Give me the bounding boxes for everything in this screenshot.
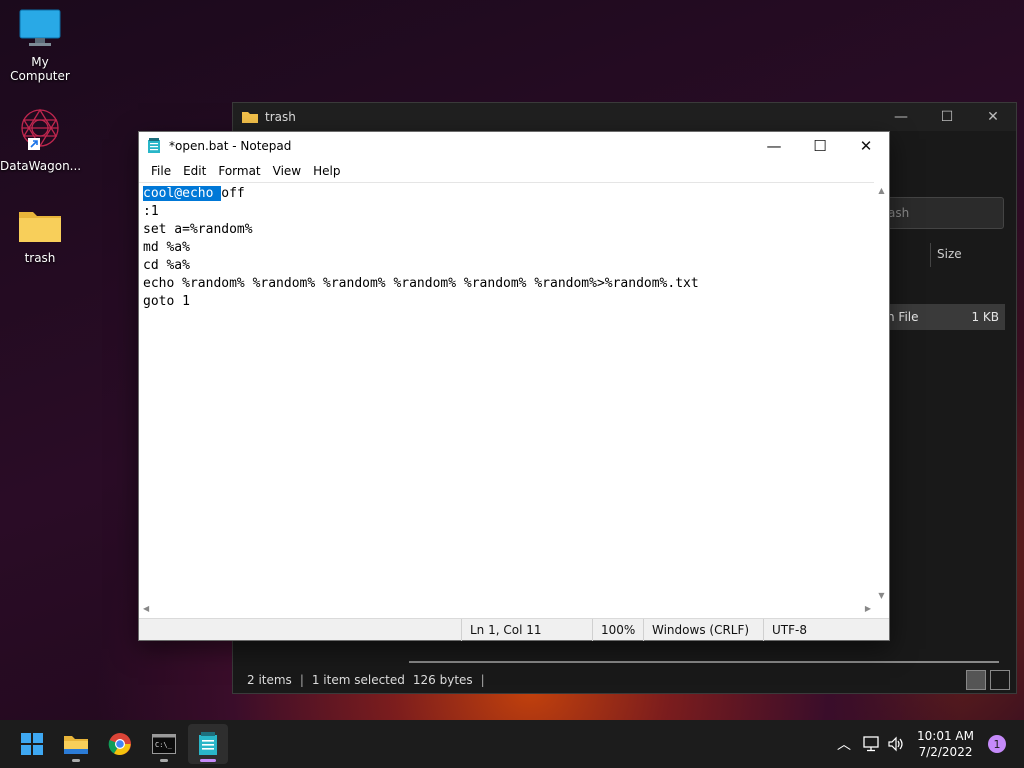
taskbar-chrome[interactable]	[100, 724, 140, 764]
details-view-button[interactable]	[966, 670, 986, 690]
search-input[interactable]: ash	[881, 197, 1004, 229]
computer-icon	[19, 9, 61, 46]
encoding: UTF-8	[763, 618, 873, 641]
text-line: echo %random% %random% %random% %random%…	[143, 276, 699, 291]
item-count: 2 items	[247, 673, 292, 687]
notepad-titlebar[interactable]: *open.bat - Notepad — ☐ ✕	[139, 132, 889, 160]
maximize-button[interactable]: ☐	[924, 109, 970, 125]
clock[interactable]: 10:01 AM 7/2/2022	[917, 728, 974, 760]
large-icons-view-button[interactable]	[990, 670, 1010, 690]
horizontal-scrollbar[interactable]: ◀ ▶	[139, 602, 875, 617]
clock-date: 7/2/2022	[918, 745, 973, 759]
close-button[interactable]: ✕	[843, 132, 889, 160]
explorer-titlebar[interactable]: trash — ☐ ✕	[233, 103, 1016, 131]
menu-bar: File Edit Format View Help	[139, 160, 889, 182]
selected-count: 1 item selected	[311, 673, 405, 687]
text-line: cd %a%	[143, 258, 190, 273]
minimize-button[interactable]: —	[878, 109, 924, 125]
desktop-icon-label: My Computer	[10, 55, 70, 83]
show-hidden-icons-chevron-up-icon[interactable]: ︿	[837, 734, 851, 754]
scroll-up-arrow-icon[interactable]: ▲	[874, 186, 889, 195]
terminal-icon: C:\_	[152, 734, 176, 754]
vertical-scrollbar[interactable]: ▲ ▼	[874, 182, 889, 602]
text-line: :1	[143, 204, 159, 219]
folder-icon	[64, 736, 88, 754]
windows-logo-icon	[21, 733, 43, 755]
separator: |	[480, 673, 485, 687]
selected-size: 126 bytes	[412, 673, 473, 687]
cursor-position: Ln 1, Col 11	[461, 618, 592, 641]
menu-format[interactable]: Format	[212, 164, 266, 178]
scroll-left-arrow-icon[interactable]: ◀	[143, 604, 149, 613]
chrome-icon	[108, 733, 131, 755]
text-editor[interactable]: cool@echo off :1 set a=%random% md %a% c…	[139, 182, 875, 602]
taskbar: C:\_ ︿ 10:01 AM 7/2/2022 1	[0, 720, 1024, 768]
running-indicator	[72, 759, 80, 762]
folder-icon	[242, 112, 258, 123]
desktop-icon-trash[interactable]: trash	[0, 206, 80, 265]
line-ending: Windows (CRLF)	[643, 618, 763, 641]
notification-badge[interactable]: 1	[988, 735, 1006, 753]
running-indicator	[160, 759, 168, 762]
file-type: h File	[887, 310, 919, 324]
menu-help[interactable]: Help	[307, 164, 346, 178]
active-indicator	[200, 759, 216, 762]
text-line: md %a%	[143, 240, 190, 255]
taskbar-notepad[interactable]	[188, 724, 228, 764]
menu-view[interactable]: View	[267, 164, 307, 178]
clock-time: 10:01 AM	[917, 729, 974, 743]
horizontal-scrollbar[interactable]	[409, 661, 999, 663]
notepad-title: *open.bat - Notepad	[169, 139, 292, 153]
scroll-right-arrow-icon[interactable]: ▶	[865, 604, 871, 613]
taskbar-command-prompt[interactable]: C:\_	[144, 724, 184, 764]
maximize-button[interactable]: ☐	[797, 132, 843, 160]
close-button[interactable]: ✕	[970, 109, 1016, 125]
text-line: goto 1	[143, 294, 190, 309]
selected-text: cool@echo	[143, 186, 222, 201]
desktop-icon-my-computer[interactable]: My Computer	[0, 8, 80, 83]
zoom-level: 100%	[592, 618, 643, 641]
desktop-icon-label: DataWagon...	[0, 159, 82, 173]
desktop-icon-datawagon[interactable]: DataWagon...	[0, 106, 82, 173]
text-line: set a=%random%	[143, 222, 253, 237]
svg-text:C:\_: C:\_	[155, 741, 173, 749]
menu-edit[interactable]: Edit	[177, 164, 212, 178]
scroll-down-arrow-icon[interactable]: ▼	[874, 591, 889, 600]
notepad-icon	[199, 732, 217, 755]
text-line: off	[221, 186, 245, 201]
notepad-statusbar: Ln 1, Col 11 100% Windows (CRLF) UTF-8	[139, 618, 889, 641]
file-size: 1 KB	[971, 310, 999, 324]
file-row[interactable]: h File 1 KB	[881, 304, 1005, 330]
datawagon-shortcut-icon	[21, 108, 59, 150]
volume-icon[interactable]	[887, 736, 905, 752]
taskbar-file-explorer[interactable]	[56, 724, 96, 764]
system-tray: ︿ 10:01 AM 7/2/2022 1	[837, 728, 1024, 760]
folder-icon	[19, 212, 61, 242]
column-header-size[interactable]: Size	[930, 243, 1010, 267]
start-button[interactable]	[12, 724, 52, 764]
notepad-window[interactable]: *open.bat - Notepad — ☐ ✕ File Edit Form…	[138, 131, 890, 641]
network-icon[interactable]	[863, 736, 881, 752]
notepad-icon	[148, 138, 160, 153]
status-spacer	[139, 619, 461, 641]
explorer-title: trash	[265, 110, 296, 124]
desktop-icon-label: trash	[24, 251, 56, 265]
explorer-statusbar: 2 items | 1 item selected 126 bytes |	[233, 667, 1016, 693]
separator: |	[299, 673, 304, 687]
minimize-button[interactable]: —	[751, 132, 797, 160]
menu-file[interactable]: File	[145, 164, 177, 178]
